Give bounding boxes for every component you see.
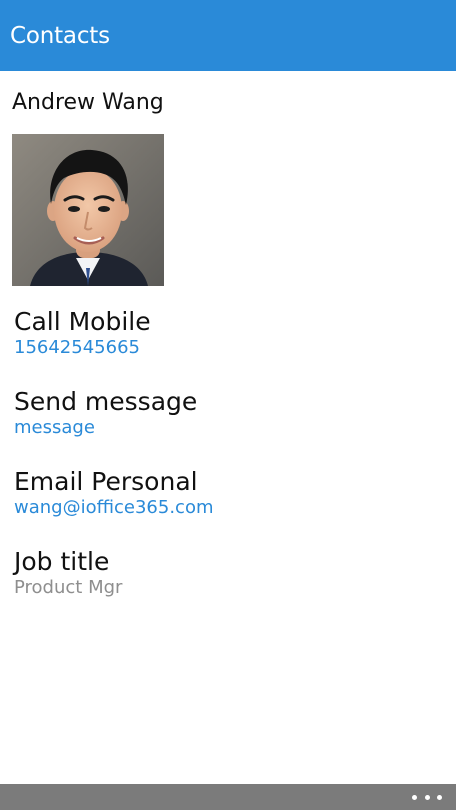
field-label: Email Personal	[14, 467, 198, 496]
contact-name: Andrew Wang	[12, 90, 164, 115]
ellipsis-icon	[412, 794, 417, 800]
header-bar: Contacts	[0, 0, 456, 71]
contact-photo	[12, 134, 164, 286]
job-title-value: Product Mgr	[14, 577, 123, 598]
message-link[interactable]: message	[14, 416, 197, 440]
field-label: Job title	[14, 547, 110, 576]
call-mobile-field: Call Mobile 15642545665	[14, 306, 151, 360]
app-bar	[0, 784, 456, 810]
email-link[interactable]: wang@ioffice365.com	[14, 496, 214, 520]
avatar	[12, 134, 164, 286]
contact-details-page: Contacts Andrew Wang Call Mobile 1564254…	[0, 0, 456, 810]
page-title: Contacts	[10, 23, 110, 49]
send-message-field: Send message message	[14, 386, 197, 440]
more-options-button[interactable]	[412, 784, 442, 810]
ellipsis-icon	[437, 794, 442, 800]
mobile-number-link[interactable]: 15642545665	[14, 336, 151, 360]
job-title-field: Job title Product Mgr	[14, 546, 122, 600]
field-label: Send message	[14, 387, 198, 416]
ellipsis-icon	[424, 794, 430, 800]
field-label: Call Mobile	[14, 307, 151, 336]
email-personal-field: Email Personal wang@ioffice365.com	[14, 466, 214, 520]
